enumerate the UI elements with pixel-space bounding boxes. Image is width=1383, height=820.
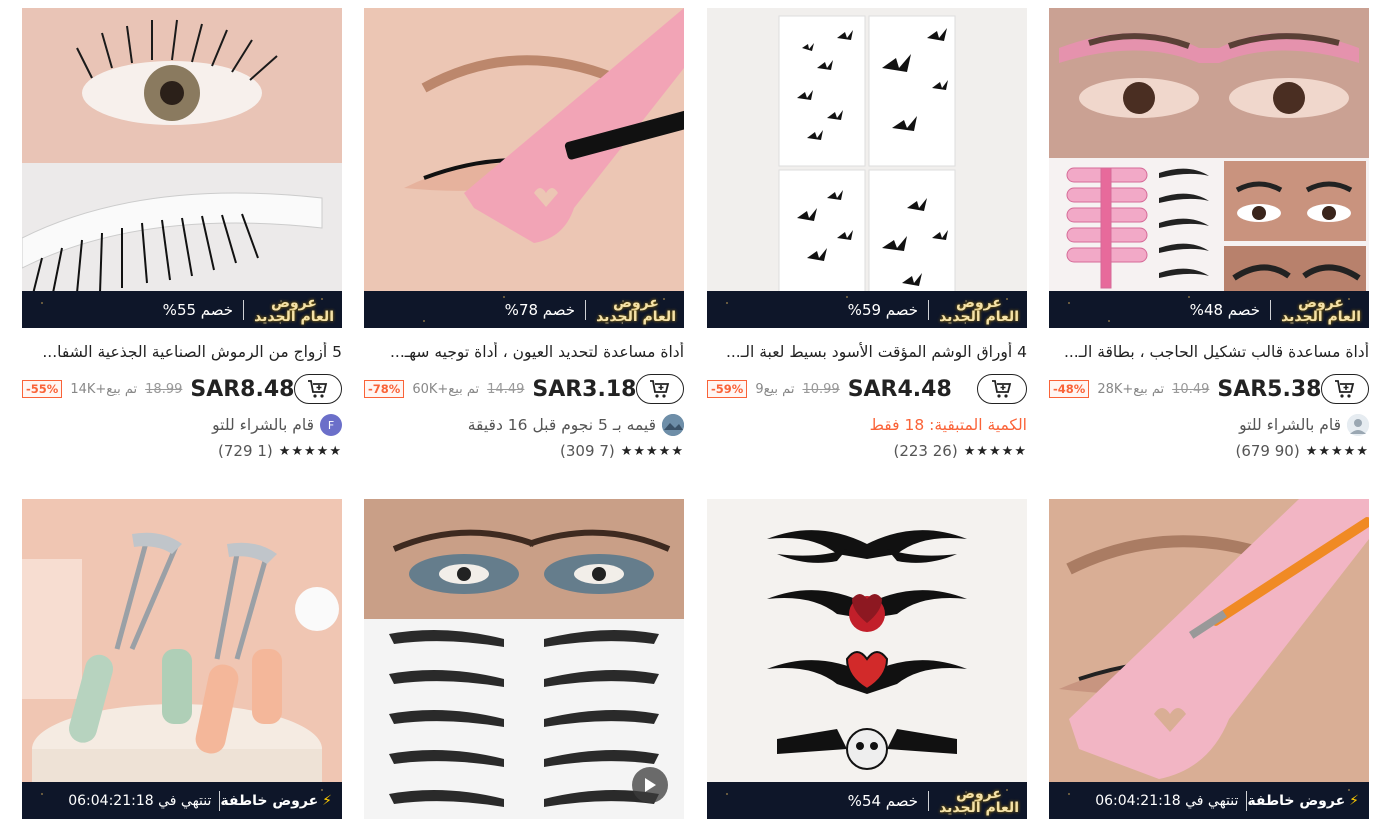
product-card[interactable] xyxy=(364,499,684,819)
sold-count: تم بيع9 xyxy=(755,381,795,397)
product-image[interactable]: عروض العام الجديد خصم 54% xyxy=(707,499,1027,819)
add-to-cart-button[interactable] xyxy=(294,374,342,404)
product-title[interactable]: 4 أوراق الوشم المؤقت الأسود بسيط لعبة ال… xyxy=(707,342,1027,362)
product-card[interactable]: عروض العام الجديد خصم 59% 4 أوراق الوشم ا… xyxy=(707,8,1027,460)
add-to-cart-button[interactable] xyxy=(636,374,684,404)
promo-brand: عروض العام الجديد xyxy=(1281,294,1361,325)
discount-badge: -48% xyxy=(1049,380,1090,398)
divider xyxy=(928,299,930,320)
product-image[interactable]: عروض العام الجديد خصم 48% xyxy=(1049,8,1369,328)
flash-sale-label: ⚡ عروض خاطفة xyxy=(1247,792,1359,809)
rating-stars: ★★★★★ xyxy=(963,443,1027,459)
product-image[interactable]: عروض العام الجديد خصم 78% xyxy=(364,8,684,328)
product-title[interactable]: 5 أزواج من الرموش الصناعية الجذعية الشفا… xyxy=(22,342,342,362)
product-rating: ★★★★★ (26 223) xyxy=(707,442,1027,460)
promo-banner: عروض العام الجديد خصم 54% xyxy=(707,782,1027,819)
reviewer-avatar xyxy=(662,414,684,436)
countdown-timer: تنتهي في 06:04:21:18 xyxy=(68,792,212,809)
product-title[interactable]: أداة مساعدة قالب تشكيل الحاجب ، بطاقة ال… xyxy=(1049,342,1369,362)
product-card[interactable]: عروض العام الجديد خصم 54% xyxy=(707,499,1027,819)
buyer-avatar xyxy=(1347,414,1369,436)
product-price: SAR5.38 xyxy=(1217,376,1322,402)
divider xyxy=(1246,790,1248,811)
sold-count: تم بيع+14K xyxy=(70,381,138,397)
product-card[interactable]: ⚡ عروض خاطفة تنتهي في 06:04:21:18 xyxy=(22,499,342,819)
sold-count: تم بيع+60K xyxy=(412,381,480,397)
product-image[interactable]: ⚡ عروض خاطفة تنتهي في 06:04:21:18 xyxy=(22,499,342,819)
discount-badge: -59% xyxy=(707,380,748,398)
social-proof: قام بالشراء للتو xyxy=(1049,414,1369,436)
promo-banner: عروض العام الجديد خصم 78% xyxy=(364,291,684,328)
product-card[interactable]: ⚡ عروض خاطفة تنتهي في 06:04:21:18 xyxy=(1049,499,1369,819)
play-video-button[interactable] xyxy=(632,767,668,803)
add-to-cart-button[interactable] xyxy=(1321,374,1369,404)
buyer-avatar: F xyxy=(320,414,342,436)
promo-banner: عروض العام الجديد خصم 59% xyxy=(707,291,1027,328)
promo-brand: عروض العام الجديد xyxy=(939,785,1019,816)
rating-stars: ★★★★★ xyxy=(278,443,342,459)
product-rating: ★★★★★ (90 679) xyxy=(1049,442,1369,460)
promo-banner: عروض العام الجديد خصم 55% xyxy=(22,291,342,328)
promo-discount: خصم 54% xyxy=(847,791,919,810)
product-price: SAR8.48 xyxy=(190,376,295,402)
add-cart-icon xyxy=(992,380,1012,398)
promo-brand: عروض العام الجديد xyxy=(254,294,334,325)
promo-banner: ⚡ عروض خاطفة تنتهي في 06:04:21:18 xyxy=(1049,782,1369,819)
add-cart-icon xyxy=(1335,380,1355,398)
product-image[interactable]: عروض العام الجديد خصم 59% xyxy=(707,8,1027,328)
product-card[interactable]: عروض العام الجديد خصم 48% أداة مساعدة قال… xyxy=(1049,8,1369,460)
product-card[interactable]: عروض العام الجديد خصم 78% أداة مساعدة لتح… xyxy=(364,8,684,460)
product-title[interactable]: أداة مساعدة لتحديد العيون ، أداة توجيه س… xyxy=(364,342,684,362)
sold-count: تم بيع+28K xyxy=(1097,381,1165,397)
review-count: (90 679) xyxy=(1235,442,1300,460)
product-image[interactable]: عروض العام الجديد خصم 55% xyxy=(22,8,342,328)
add-cart-icon xyxy=(650,380,670,398)
product-price: SAR3.18 xyxy=(532,376,637,402)
rating-stars: ★★★★★ xyxy=(1305,443,1369,459)
lightning-icon: ⚡ xyxy=(1349,792,1359,809)
product-rating: ★★★★★ (7 309) xyxy=(364,442,684,460)
promo-brand: عروض العام الجديد xyxy=(939,294,1019,325)
social-proof: قيمه بـ 5 نجوم قبل 16 دقيقة xyxy=(364,414,684,436)
original-price: 10.49 xyxy=(1172,381,1210,397)
promo-discount: خصم 78% xyxy=(504,300,576,319)
countdown-timer: تنتهي في 06:04:21:18 xyxy=(1095,792,1239,809)
play-icon xyxy=(645,778,656,792)
divider xyxy=(243,299,245,320)
original-price: 14.49 xyxy=(487,381,525,397)
divider xyxy=(219,790,221,811)
product-rating: ★★★★★ (1 729) xyxy=(22,442,342,460)
rating-stars: ★★★★★ xyxy=(620,443,684,459)
add-to-cart-button[interactable] xyxy=(977,374,1027,404)
social-proof: F قام بالشراء للتو xyxy=(22,414,342,436)
discount-badge: -78% xyxy=(364,380,405,398)
divider xyxy=(1270,299,1272,320)
original-price: 18.99 xyxy=(145,381,183,397)
product-card[interactable]: عروض العام الجديد خصم 55% 5 أزواج من الرم… xyxy=(22,8,342,460)
lightning-icon: ⚡ xyxy=(322,792,332,809)
product-price: SAR4.48 xyxy=(847,376,952,402)
review-count: (7 309) xyxy=(560,442,615,460)
flash-sale-label: ⚡ عروض خاطفة xyxy=(220,792,332,809)
original-price: 10.99 xyxy=(802,381,840,397)
promo-banner: ⚡ عروض خاطفة تنتهي في 06:04:21:18 xyxy=(22,782,342,819)
promo-discount: خصم 55% xyxy=(162,300,234,319)
divider xyxy=(585,299,587,320)
stock-remaining: الكمية المتبقية: 18 فقط xyxy=(869,416,1027,434)
product-image[interactable]: ⚡ عروض خاطفة تنتهي في 06:04:21:18 xyxy=(1049,499,1369,819)
divider xyxy=(928,790,930,811)
review-count: (1 729) xyxy=(218,442,273,460)
add-cart-icon xyxy=(308,380,328,398)
promo-discount: خصم 59% xyxy=(847,300,919,319)
discount-badge: -55% xyxy=(22,380,63,398)
promo-banner: عروض العام الجديد خصم 48% xyxy=(1049,291,1369,328)
review-count: (26 223) xyxy=(893,442,958,460)
product-image[interactable] xyxy=(364,499,684,819)
promo-discount: خصم 48% xyxy=(1189,300,1261,319)
promo-brand: عروض العام الجديد xyxy=(596,294,676,325)
